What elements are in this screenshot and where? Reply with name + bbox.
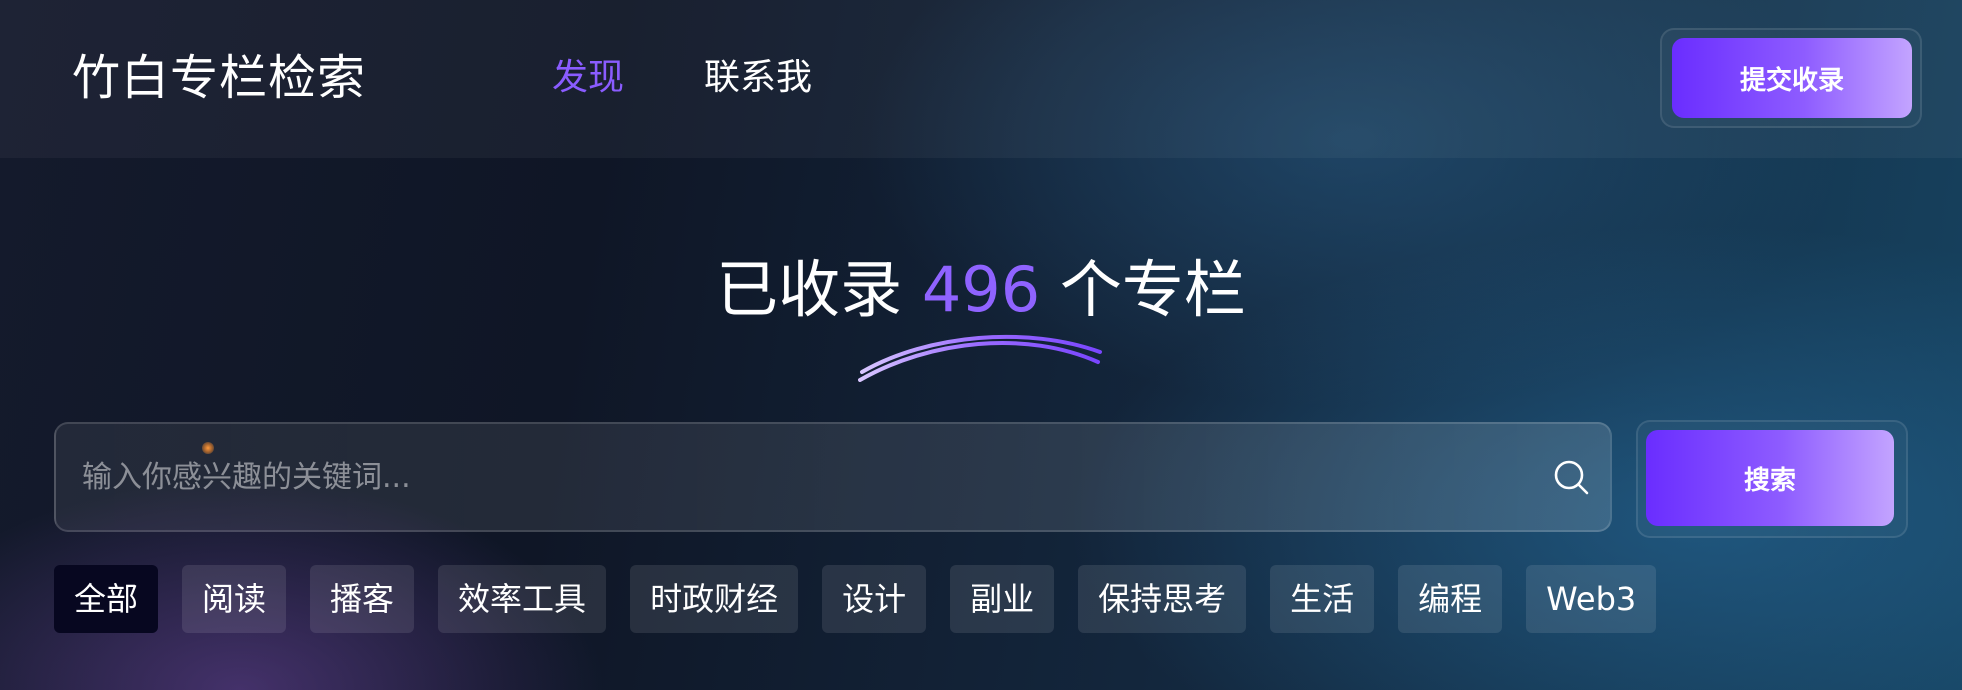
hero-suffix: 个专栏 [1040, 253, 1246, 326]
tag-all[interactable]: 全部 [54, 565, 159, 633]
tag-design[interactable]: 设计 [822, 565, 927, 633]
site-title[interactable]: 竹白专栏检索 [72, 48, 366, 108]
column-count: 496 [921, 253, 1041, 326]
tag-programming[interactable]: 编程 [1398, 565, 1503, 633]
hero-headline: 已收录 496 个专栏 [0, 252, 1962, 328]
tag-politics-finance[interactable]: 时政财经 [630, 565, 799, 633]
search-button-frame: 搜索 [1636, 420, 1908, 538]
cursor-highlight-dot [202, 442, 214, 454]
nav-discover[interactable]: 发现 [552, 56, 624, 100]
top-nav-bar: 竹白专栏检索 发现 联系我 提交收录 [0, 0, 1962, 158]
hero-prefix: 已收录 [716, 253, 922, 326]
tag-side-business[interactable]: 副业 [950, 565, 1055, 633]
underline-swoosh [858, 334, 1102, 382]
submit-button-frame: 提交收录 [1660, 28, 1922, 128]
search-button[interactable]: 搜索 [1646, 430, 1894, 526]
tag-productivity-tools[interactable]: 效率工具 [438, 565, 607, 633]
tag-life[interactable]: 生活 [1270, 565, 1375, 633]
search-input[interactable] [82, 424, 1522, 530]
tag-podcast[interactable]: 播客 [310, 565, 415, 633]
category-tags: 全部 阅读 播客 效率工具 时政财经 设计 副业 保持思考 生活 编程 Web3 [54, 565, 1657, 633]
tag-web3[interactable]: Web3 [1526, 565, 1657, 633]
tag-reading[interactable]: 阅读 [182, 565, 287, 633]
nav-contact[interactable]: 联系我 [704, 56, 812, 100]
search-box [54, 422, 1612, 532]
tag-keep-thinking[interactable]: 保持思考 [1078, 565, 1247, 633]
search-icon[interactable] [1552, 458, 1590, 496]
submit-collection-button[interactable]: 提交收录 [1672, 38, 1912, 118]
